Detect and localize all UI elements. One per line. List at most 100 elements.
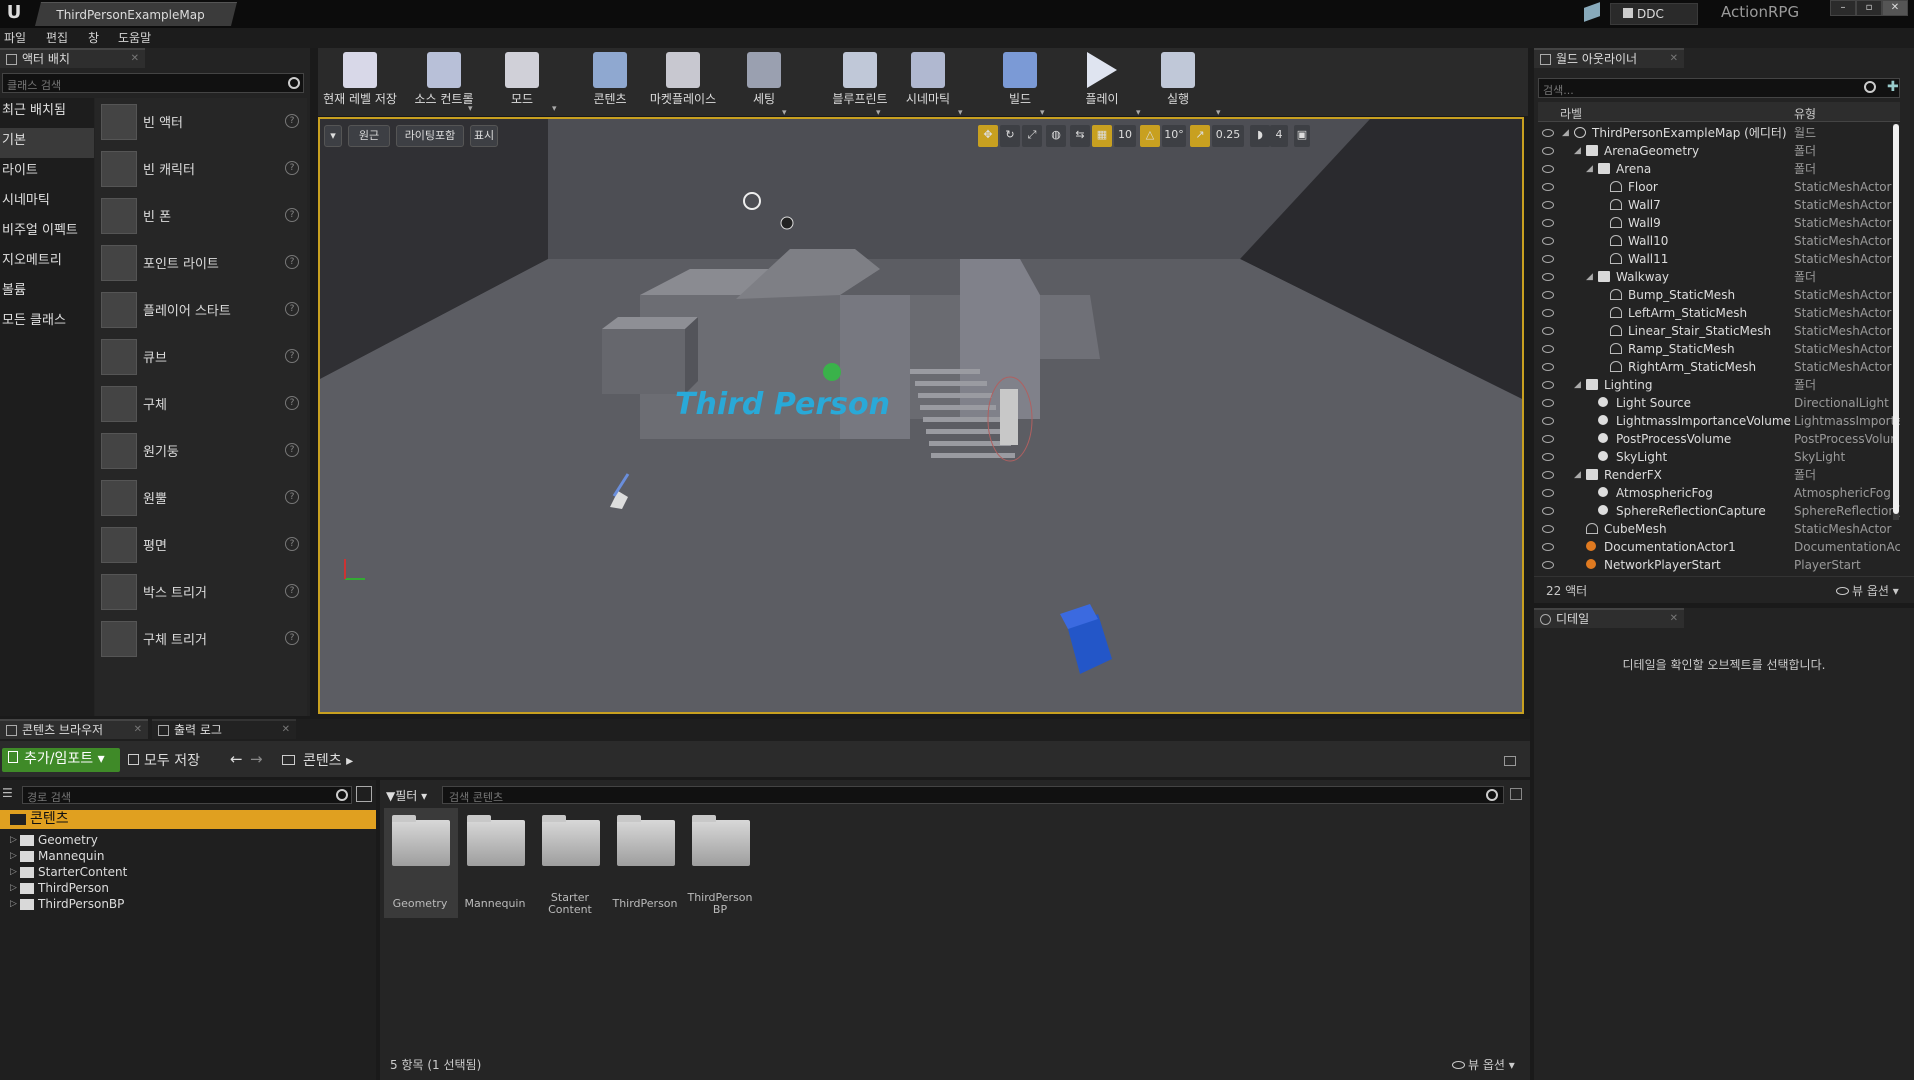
category-volumes[interactable]: 볼륨 (0, 278, 94, 308)
path-breadcrumb[interactable]: 콘텐츠 ▸ (282, 750, 353, 772)
toolbar-modes-button[interactable]: 모드 (492, 48, 552, 116)
translate-mode-icon[interactable]: ✥ (978, 125, 998, 147)
toolbar-play-button[interactable]: 플레이 (1076, 48, 1128, 116)
category-all-classes[interactable]: 모든 클래스 (0, 308, 94, 338)
rotation-snap-value[interactable]: 10° (1162, 125, 1186, 147)
actor-item-4[interactable]: 플레이어 스타트? (95, 286, 307, 333)
outliner-view-options[interactable]: 뷰 옵션 ▾ (1836, 582, 1899, 599)
outliner-row[interactable]: PostProcessVolume PostProcessVolur (1538, 430, 1900, 448)
tree-root-content[interactable]: 콘텐츠 (0, 810, 376, 829)
ddc-button[interactable]: DDC (1610, 3, 1698, 25)
visibility-eye-icon[interactable] (1542, 147, 1554, 155)
filter-button[interactable]: ▼필터 ▾ (386, 787, 438, 805)
content-search-input[interactable]: 검색 콘텐츠 (442, 786, 1504, 804)
close-icon[interactable]: ✕ (1882, 0, 1908, 16)
help-icon[interactable]: ? (285, 537, 299, 551)
visibility-eye-icon[interactable] (1542, 381, 1554, 389)
outliner-row[interactable]: ◢ Arena 폴더 (1538, 160, 1900, 178)
class-search-input[interactable]: 클래스 검색 (2, 73, 304, 93)
asset-folder-tile[interactable]: Starter Content (536, 815, 604, 916)
forward-arrow-icon[interactable]: → (250, 750, 263, 768)
outliner-row[interactable]: ◢ ThirdPersonExampleMap (에디터) 월드 (1538, 124, 1900, 142)
visibility-eye-icon[interactable] (1542, 471, 1554, 479)
save-search-icon[interactable] (1510, 788, 1522, 800)
toolbar-save-button[interactable]: 현재 레벨 저장 (322, 48, 398, 116)
sources-toggle-icon[interactable]: ☰ (2, 786, 18, 802)
menu-edit[interactable]: 편집 (46, 28, 68, 48)
visibility-eye-icon[interactable] (1542, 507, 1554, 515)
outliner-row[interactable]: LightmassImportanceVolume LightmassImport… (1538, 412, 1900, 430)
visibility-eye-icon[interactable] (1542, 435, 1554, 443)
lock-icon[interactable] (1504, 756, 1516, 766)
outliner-row[interactable]: ◢ Walkway 폴더 (1538, 268, 1900, 286)
toolbar-content-button[interactable]: 콘텐츠 (582, 48, 638, 116)
toolbar-launch-button[interactable]: 실행 (1152, 48, 1204, 116)
scale-snap-value[interactable]: 0.25 (1212, 125, 1244, 147)
scale-snap-icon[interactable]: ↗ (1190, 125, 1210, 147)
toolbar-dropdown-icon[interactable]: ▾ (1136, 108, 1141, 118)
visibility-eye-icon[interactable] (1542, 417, 1554, 425)
tree-folder-item[interactable]: ▷ ThirdPersonBP (10, 896, 370, 912)
outliner-row[interactable]: Wall11 StaticMeshActor (1538, 250, 1900, 268)
content-browser-tab[interactable]: 콘텐츠 브라우저 ✕ (0, 719, 148, 739)
tree-folder-item[interactable]: ▷ StarterContent (10, 864, 370, 880)
place-actors-tab[interactable]: 액터 배치 ✕ (0, 48, 145, 68)
outliner-row[interactable]: Floor StaticMeshActor (1538, 178, 1900, 196)
visibility-eye-icon[interactable] (1542, 453, 1554, 461)
category-basic[interactable]: 기본 (0, 128, 94, 158)
expand-arrow-icon[interactable]: ▷ (10, 864, 17, 880)
details-tab[interactable]: 디테일 ✕ (1534, 608, 1684, 628)
output-log-tab[interactable]: 출력 로그 ✕ (152, 719, 296, 739)
level-viewport[interactable]: Third Person ▾ 원근 라이팅포함 표시 ✥ ↻ ⤢ ◍ ⇆ ▦ 1… (318, 117, 1524, 714)
category-recent[interactable]: 최근 배치됨 (0, 98, 94, 128)
expand-arrow-icon[interactable]: ▷ (10, 896, 17, 912)
outliner-row[interactable]: DocumentationActor1 DocumentationAc (1538, 538, 1900, 556)
camera-speed-value[interactable]: 4 (1270, 125, 1288, 147)
outliner-row[interactable]: LeftArm_StaticMesh StaticMeshActor (1538, 304, 1900, 322)
visibility-eye-icon[interactable] (1542, 543, 1554, 551)
toolbar-dropdown-icon[interactable]: ▾ (1216, 108, 1221, 118)
outliner-row[interactable]: SphereReflectionCapture SphereReflection( (1538, 502, 1900, 520)
visibility-eye-icon[interactable] (1542, 219, 1554, 227)
help-icon[interactable]: ? (285, 396, 299, 410)
lit-button[interactable]: 라이팅포함 (396, 125, 464, 147)
actor-item-0[interactable]: 빈 액터? (95, 98, 307, 145)
grid-snap-icon[interactable]: ▦ (1092, 125, 1112, 147)
maximize-icon[interactable]: ▫ (1856, 0, 1882, 16)
world-outliner-tab[interactable]: 월드 아웃라이너 ✕ (1534, 48, 1684, 68)
outliner-row[interactable]: Wall7 StaticMeshActor (1538, 196, 1900, 214)
outliner-row[interactable]: ◢ ArenaGeometry 폴더 (1538, 142, 1900, 160)
actor-item-10[interactable]: 박스 트리거? (95, 568, 307, 615)
visibility-eye-icon[interactable] (1542, 273, 1554, 281)
category-geometry[interactable]: 지오메트리 (0, 248, 94, 278)
visibility-eye-icon[interactable] (1542, 165, 1554, 173)
toolbar-dropdown-icon[interactable]: ▾ (876, 108, 881, 118)
outliner-row[interactable]: ◢ RenderFX 폴더 (1538, 466, 1900, 484)
help-icon[interactable]: ? (285, 349, 299, 363)
tab-close-icon[interactable]: ✕ (282, 721, 290, 739)
viewport-options-button[interactable]: ▾ (324, 125, 342, 147)
visibility-eye-icon[interactable] (1542, 327, 1554, 335)
category-visual-effects[interactable]: 비주얼 이펙트 (0, 218, 94, 248)
actor-item-5[interactable]: 큐브? (95, 333, 307, 380)
scale-mode-icon[interactable]: ⤢ (1022, 125, 1042, 147)
help-icon[interactable]: ? (285, 208, 299, 222)
visibility-eye-icon[interactable] (1542, 525, 1554, 533)
help-icon[interactable]: ? (285, 490, 299, 504)
tab-close-icon[interactable]: ✕ (131, 50, 139, 68)
tab-close-icon[interactable]: ✕ (1670, 610, 1678, 628)
expand-arrow-icon[interactable]: ◢ (1574, 466, 1581, 484)
actor-item-6[interactable]: 구체? (95, 380, 307, 427)
tree-folder-item[interactable]: ▷ Mannequin (10, 848, 370, 864)
help-icon[interactable]: ? (285, 161, 299, 175)
back-arrow-icon[interactable]: ← (230, 750, 243, 768)
expand-arrow-icon[interactable]: ▷ (10, 832, 17, 848)
expand-arrow-icon[interactable]: ▷ (10, 848, 17, 864)
actor-item-2[interactable]: 빈 폰? (95, 192, 307, 239)
actor-item-3[interactable]: 포인트 라이트? (95, 239, 307, 286)
visibility-eye-icon[interactable] (1542, 399, 1554, 407)
expand-arrow-icon[interactable]: ▷ (10, 880, 17, 896)
expand-arrow-icon[interactable]: ◢ (1574, 142, 1581, 160)
help-icon[interactable]: ? (285, 631, 299, 645)
perspective-button[interactable]: 원근 (348, 125, 390, 147)
